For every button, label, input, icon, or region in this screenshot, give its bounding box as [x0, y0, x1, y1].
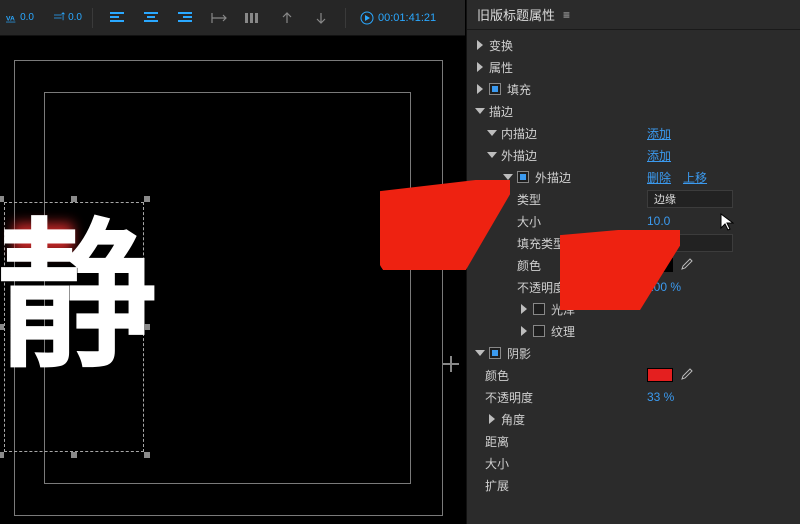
outer-stroke-item-checkbox[interactable] — [517, 171, 529, 183]
twisty-icon[interactable] — [485, 412, 499, 426]
leading-value[interactable]: 0.0 — [68, 12, 82, 23]
fill-checkbox[interactable] — [489, 83, 501, 95]
stroke-filltype-select[interactable]: 实底 — [647, 234, 733, 252]
stroke-type-label: 类型 — [517, 191, 541, 208]
kerning-control[interactable]: VA 0.0 — [6, 6, 34, 30]
anchor-point-icon[interactable] — [443, 356, 459, 372]
inner-stroke-add-link[interactable]: 添加 — [647, 125, 671, 142]
resize-handle[interactable] — [0, 196, 4, 202]
texture-label[interactable]: 纹理 — [551, 323, 575, 340]
twisty-icon[interactable] — [485, 126, 499, 140]
outer-stroke-label[interactable]: 外描边 — [501, 147, 537, 164]
panel-menu-icon[interactable]: ≡ — [563, 8, 570, 22]
shadow-angle-label[interactable]: 角度 — [501, 411, 525, 428]
align-left-icon[interactable] — [103, 6, 131, 30]
twisty-icon[interactable] — [473, 60, 487, 74]
legacy-title-properties-panel: 旧版标题属性 ≡ 变换 属性 填充 描边 内描边 添加 外描边 添加 外描边 删… — [466, 0, 800, 524]
stroke-color-swatch[interactable] — [647, 258, 673, 272]
mouse-cursor-icon — [720, 213, 734, 231]
text-bounding-box[interactable]: 静 — [4, 202, 144, 452]
timecode-display[interactable]: 00:01:41:21 — [360, 11, 436, 25]
distribute-icon[interactable] — [239, 6, 267, 30]
shadow-size-label: 大小 — [485, 455, 509, 472]
send-back-icon[interactable] — [273, 6, 301, 30]
bring-front-icon[interactable] — [307, 6, 335, 30]
tab-stops-icon[interactable] — [205, 6, 233, 30]
twisty-icon[interactable] — [517, 324, 531, 338]
align-right-icon[interactable] — [171, 6, 199, 30]
outer-stroke-add-link[interactable]: 添加 — [647, 147, 671, 164]
eyedropper-icon[interactable] — [679, 258, 693, 272]
resize-handle[interactable] — [71, 196, 77, 202]
stroke-opacity-label: 不透明度 — [517, 279, 565, 296]
stroke-size-label: 大小 — [517, 213, 541, 230]
inner-stroke-label[interactable]: 内描边 — [501, 125, 537, 142]
stroke-filltype-value: 实底 — [654, 235, 676, 251]
shadow-color-label: 颜色 — [485, 367, 509, 384]
stroke-type-value: 边缘 — [654, 191, 676, 207]
section-stroke[interactable]: 描边 — [489, 103, 513, 120]
shadow-distance-label: 距离 — [485, 433, 509, 450]
twisty-icon[interactable] — [473, 38, 487, 52]
align-center-icon[interactable] — [137, 6, 165, 30]
leading-control[interactable]: 0.0 — [54, 6, 82, 30]
section-transform[interactable]: 变换 — [489, 37, 513, 54]
kerning-value[interactable]: 0.0 — [20, 12, 34, 23]
title-canvas[interactable]: 静 — [0, 36, 465, 524]
section-properties[interactable]: 属性 — [489, 59, 513, 76]
twisty-icon[interactable] — [517, 302, 531, 316]
outer-stroke-delete-link[interactable]: 删除 — [647, 169, 671, 186]
twisty-icon[interactable] — [473, 346, 487, 360]
resize-handle[interactable] — [144, 324, 150, 330]
sheen-label[interactable]: 光泽 — [551, 301, 575, 318]
resize-handle[interactable] — [0, 452, 4, 458]
svg-text:VA: VA — [6, 15, 15, 22]
resize-handle[interactable] — [144, 452, 150, 458]
stroke-opacity-value[interactable]: 100 % — [647, 280, 681, 294]
title-toolbar: VA 0.0 0.0 00:01:41:21 — [0, 0, 465, 36]
outer-stroke-moveup-link[interactable]: 上移 — [683, 169, 707, 186]
twisty-icon[interactable] — [485, 148, 499, 162]
outer-stroke-item-label[interactable]: 外描边 — [535, 169, 571, 186]
section-shadow[interactable]: 阴影 — [507, 345, 531, 362]
shadow-opacity-value[interactable]: 33 % — [647, 390, 674, 404]
eyedropper-icon[interactable] — [679, 368, 693, 382]
panel-title: 旧版标题属性 — [477, 5, 555, 24]
shadow-checkbox[interactable] — [489, 347, 501, 359]
video-preview-icon — [360, 11, 374, 25]
stroke-size-value[interactable]: 10.0 — [647, 214, 670, 228]
stroke-type-select[interactable]: 边缘 — [647, 190, 733, 208]
twisty-icon[interactable] — [501, 170, 515, 184]
twisty-icon[interactable] — [473, 104, 487, 118]
sheen-checkbox[interactable] — [533, 303, 545, 315]
resize-handle[interactable] — [0, 324, 4, 330]
resize-handle[interactable] — [144, 196, 150, 202]
stroke-filltype-label: 填充类型 — [517, 235, 565, 252]
shadow-opacity-label: 不透明度 — [485, 389, 533, 406]
shadow-spread-label: 扩展 — [485, 477, 509, 494]
twisty-icon[interactable] — [473, 82, 487, 96]
section-fill[interactable]: 填充 — [507, 81, 531, 98]
resize-handle[interactable] — [71, 452, 77, 458]
timecode-value[interactable]: 00:01:41:21 — [378, 12, 436, 24]
texture-checkbox[interactable] — [533, 325, 545, 337]
shadow-color-swatch[interactable] — [647, 368, 673, 382]
stroke-color-label: 颜色 — [517, 257, 541, 274]
